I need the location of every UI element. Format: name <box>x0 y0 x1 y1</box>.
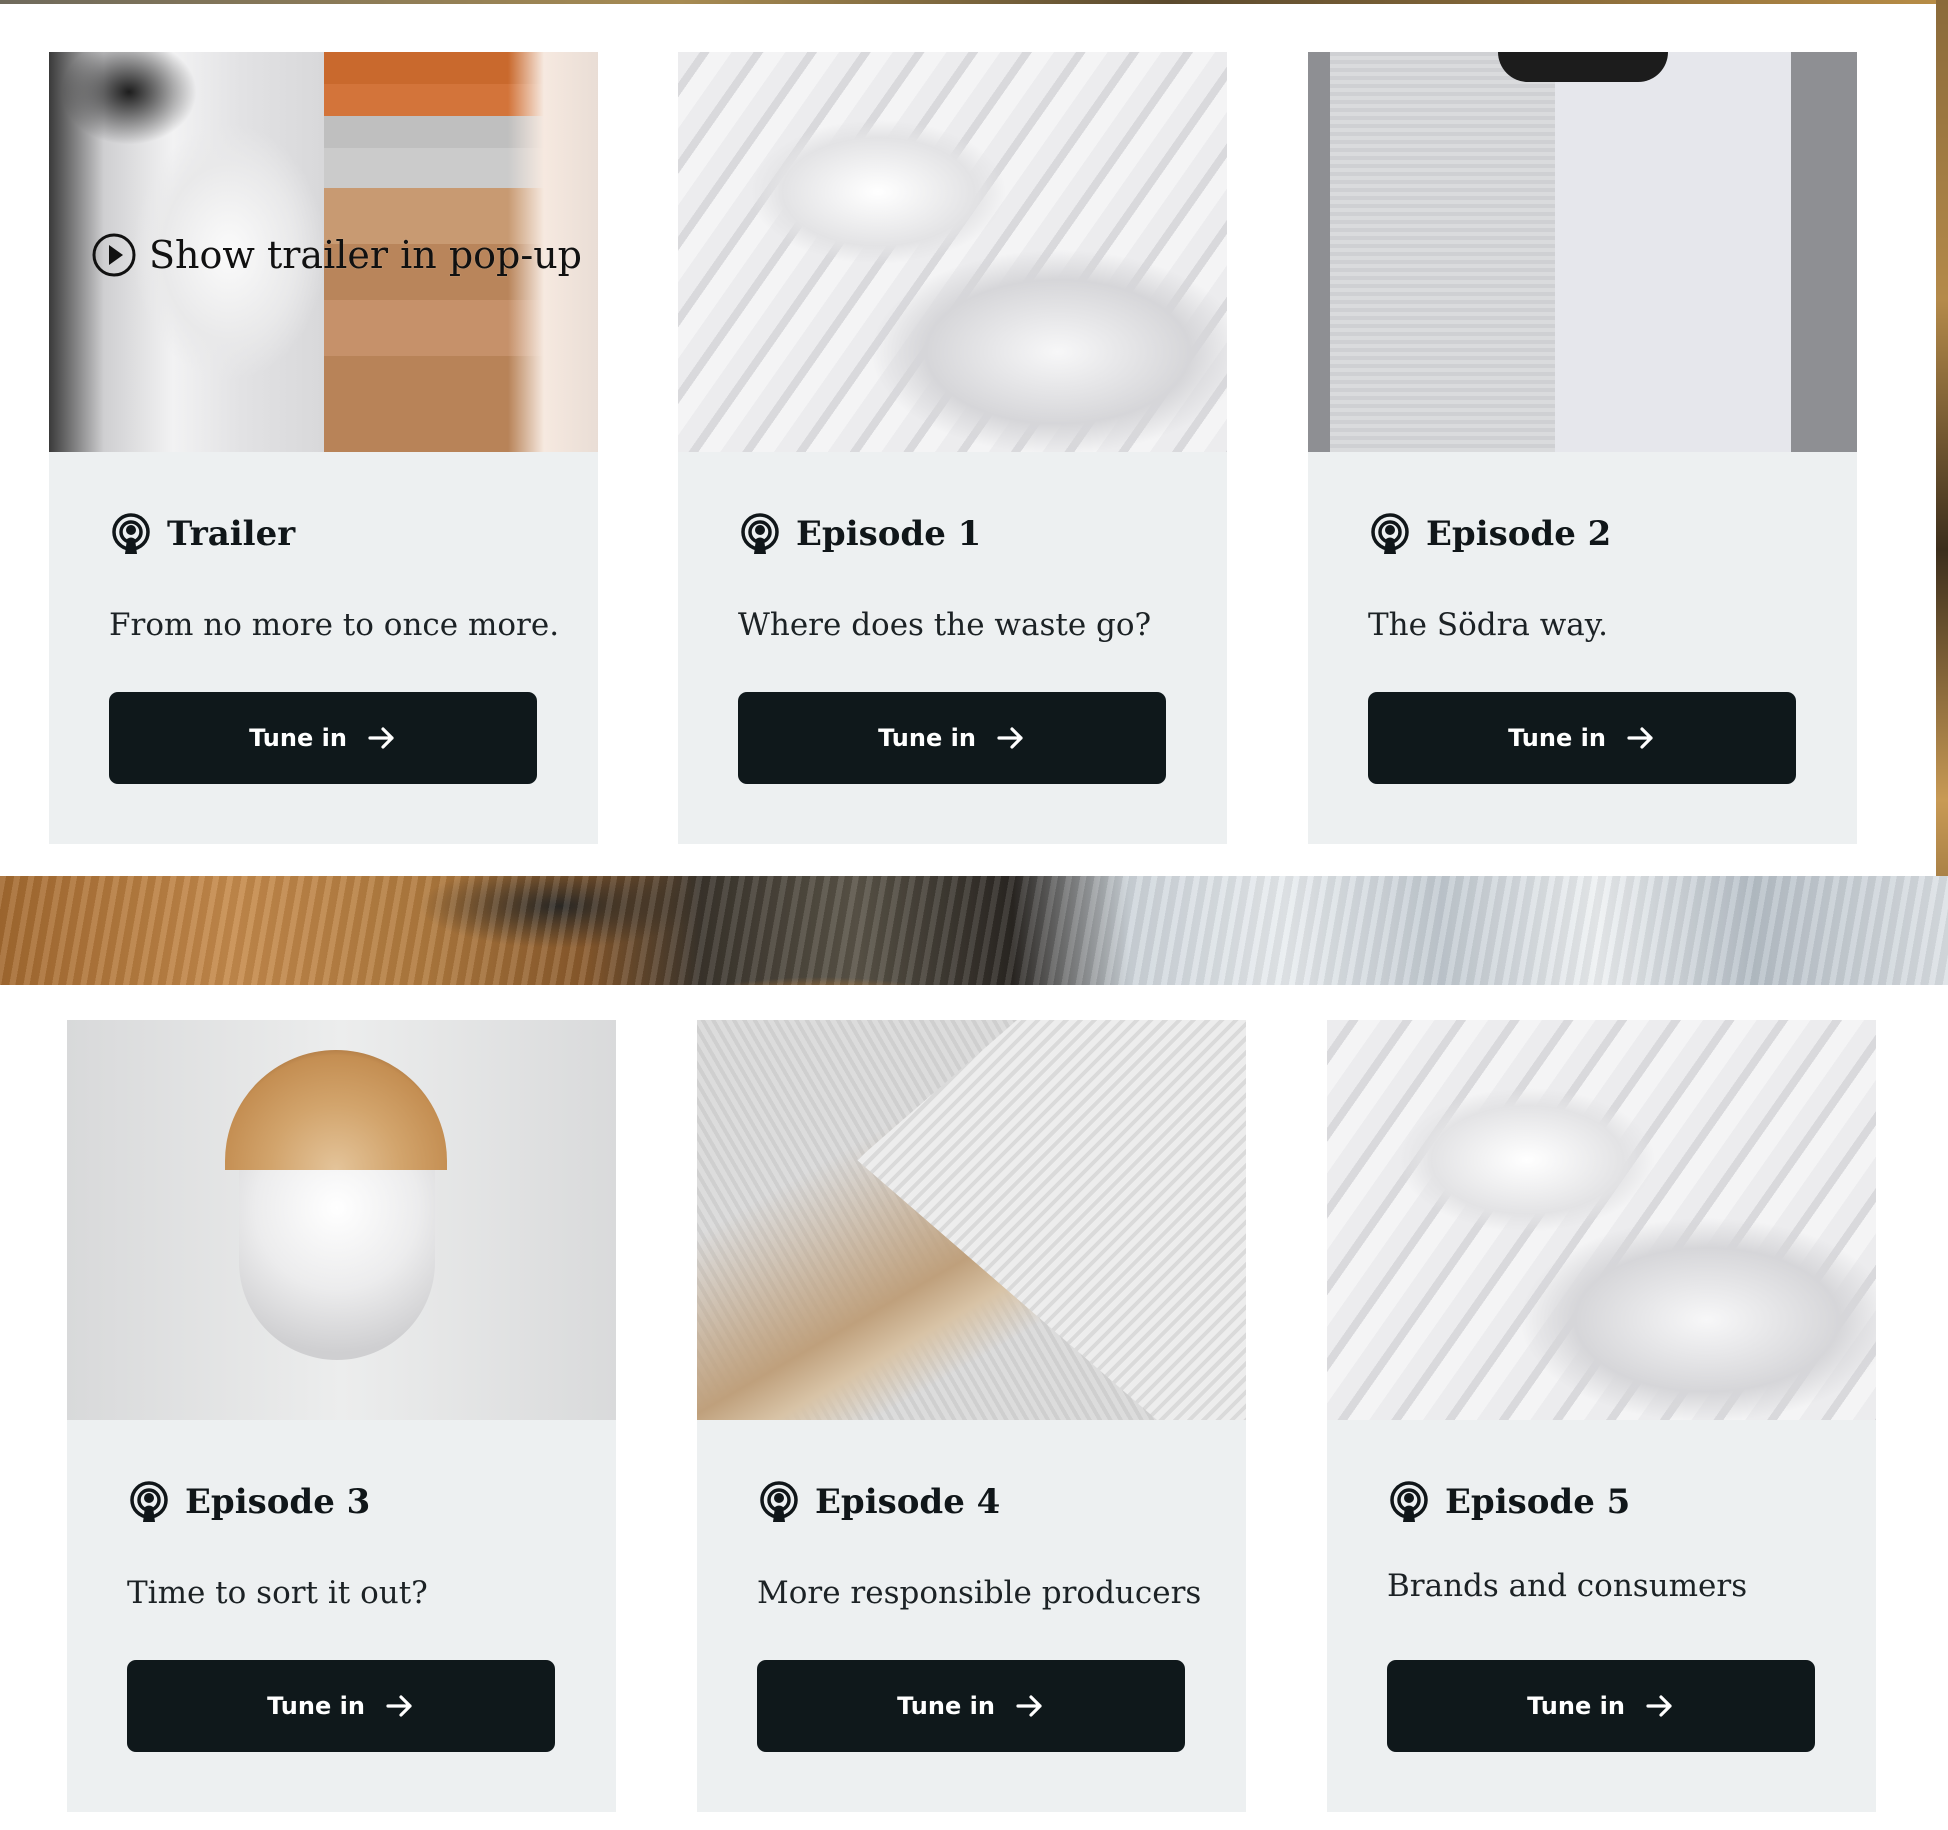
episode-card-episode-5: Episode 5 Brands and consumers Tune in <box>1327 1020 1876 1812</box>
arrow-right-icon <box>997 727 1023 749</box>
arrow-right-icon <box>368 727 394 749</box>
episode-card-episode-3: Episode 3 Time to sort it out? Tune in <box>67 1020 616 1812</box>
tune-in-label: Tune in <box>1508 724 1606 752</box>
podcast-icon <box>112 513 150 554</box>
tune-in-button[interactable]: Tune in <box>1368 692 1796 784</box>
episode-title: Episode 2 <box>1368 512 1611 556</box>
episode-title-text: Episode 2 <box>1426 514 1612 554</box>
show-trailer-popup-link[interactable]: Show trailer in pop-up <box>91 232 582 278</box>
podcast-icon <box>130 1481 168 1522</box>
tune-in-button[interactable]: Tune in <box>127 1660 555 1752</box>
episode-description: The Södra way. <box>1368 607 1609 643</box>
arrow-right-icon <box>1016 1695 1042 1717</box>
arrow-right-icon <box>386 1695 412 1717</box>
episode-description: More responsible producers <box>757 1575 1202 1611</box>
episode-card-episode-2: Episode 2 The Södra way. Tune in <box>1308 52 1857 844</box>
white-sheet-image <box>1327 1020 1876 1420</box>
log-cotton-image <box>67 1020 616 1420</box>
episodes-row-2: Episode 3 Time to sort it out? Tune in E… <box>0 985 1948 1830</box>
episode-title-text: Episode 4 <box>815 1482 1001 1522</box>
podcast-icon <box>760 1481 798 1522</box>
tune-in-button[interactable]: Tune in <box>738 692 1166 784</box>
play-circle-icon <box>92 233 136 277</box>
episode-card-episode-1: Episode 1 Where does the waste go? Tune … <box>678 52 1227 844</box>
folded-clothes-image: Show trailer in pop-up <box>49 52 598 452</box>
episode-title: Trailer <box>109 512 295 556</box>
white-sheet-image <box>678 52 1227 452</box>
arrow-right-icon <box>1646 1695 1672 1717</box>
episode-description: From no more to once more. <box>109 607 560 643</box>
episode-title: Episode 3 <box>127 1480 370 1524</box>
episode-card-trailer: Show trailer in pop-up Trailer From no m… <box>49 52 598 844</box>
episode-title-text: Episode 5 <box>1445 1482 1631 1522</box>
tune-in-label: Tune in <box>267 1692 365 1720</box>
podcast-icon <box>1390 1481 1428 1522</box>
tune-in-button[interactable]: Tune in <box>757 1660 1185 1752</box>
episode-title: Episode 5 <box>1387 1480 1630 1524</box>
tune-in-label: Tune in <box>249 724 347 752</box>
show-trailer-label: Show trailer in pop-up <box>149 233 582 277</box>
towel-tshirt-image <box>1308 52 1857 452</box>
tune-in-label: Tune in <box>1527 1692 1625 1720</box>
episode-title-text: Trailer <box>167 514 296 554</box>
paper-sheet-image <box>697 1020 1246 1420</box>
podcast-icon <box>741 513 779 554</box>
tune-in-label: Tune in <box>878 724 976 752</box>
podcast-icon <box>1371 513 1409 554</box>
episode-title: Episode 1 <box>738 512 981 556</box>
episode-description: Where does the waste go? <box>738 607 1152 643</box>
tune-in-button[interactable]: Tune in <box>1387 1660 1815 1752</box>
episode-title-text: Episode 3 <box>185 1482 371 1522</box>
wood-textile-banner <box>0 876 1948 985</box>
episode-description: Brands and consumers <box>1387 1568 1748 1604</box>
right-edge-decoration <box>1936 0 1948 1000</box>
episode-title-text: Episode 1 <box>796 514 982 554</box>
arrow-right-icon <box>1627 727 1653 749</box>
tune-in-button[interactable]: Tune in <box>109 692 537 784</box>
episode-title: Episode 4 <box>757 1480 1000 1524</box>
episode-description: Time to sort it out? <box>127 1575 428 1611</box>
tune-in-label: Tune in <box>897 1692 995 1720</box>
episodes-row-1: Show trailer in pop-up Trailer From no m… <box>0 4 1936 876</box>
episode-card-episode-4: Episode 4 More responsible producers Tun… <box>697 1020 1246 1812</box>
